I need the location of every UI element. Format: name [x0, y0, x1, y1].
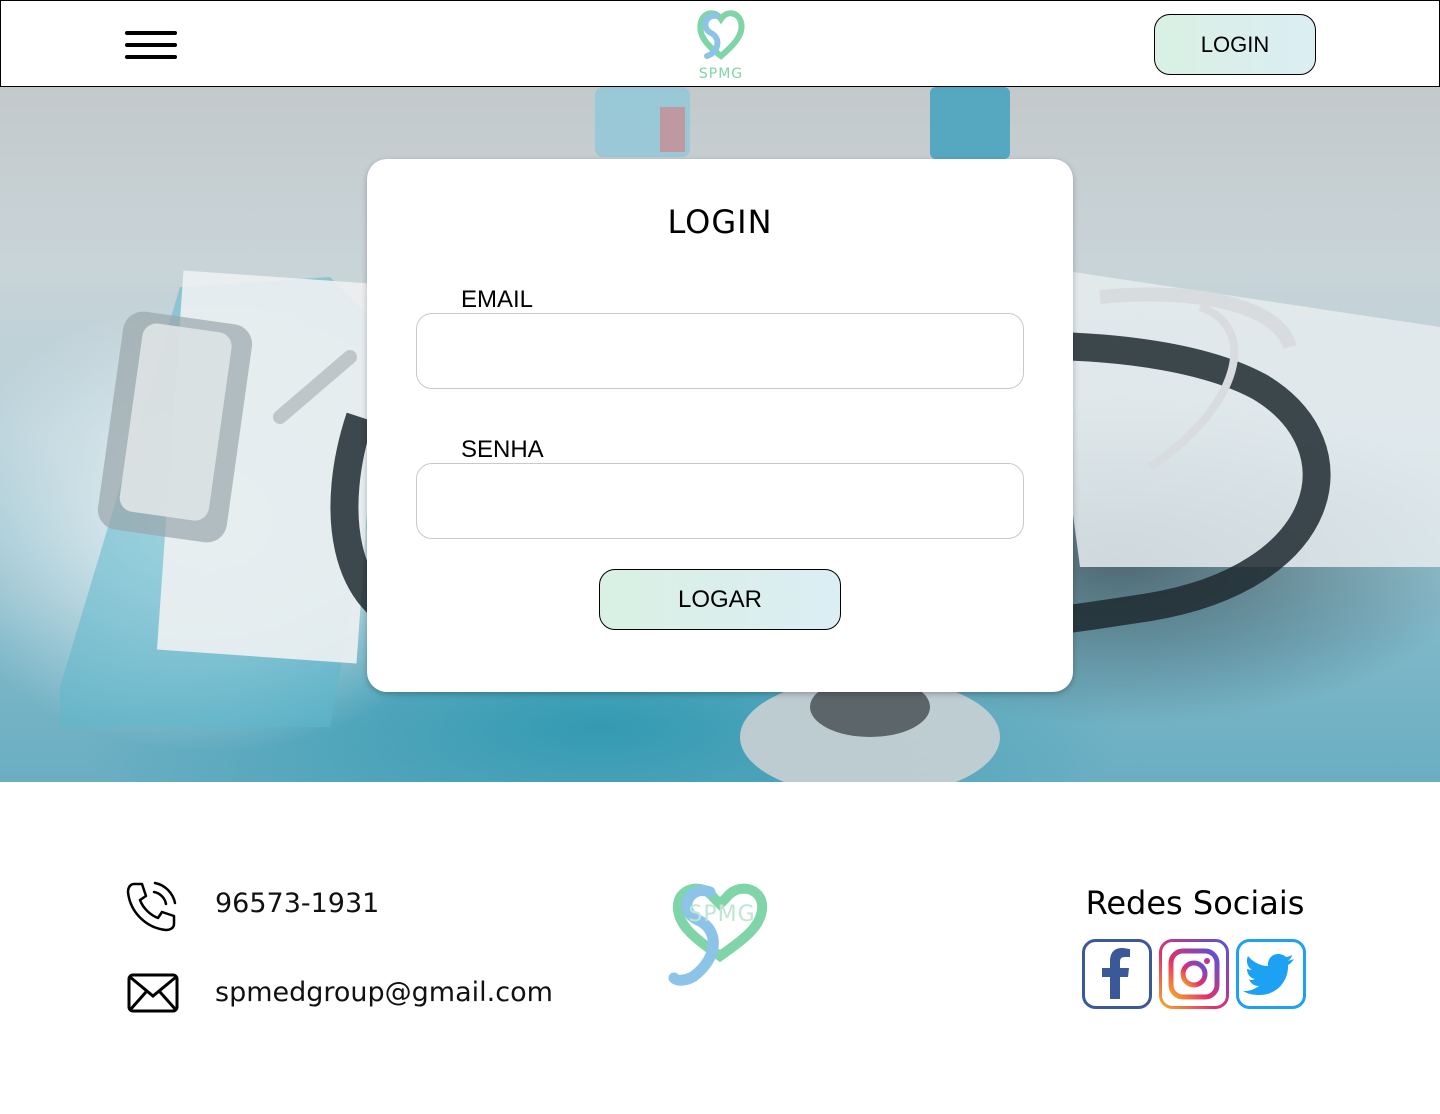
logar-button[interactable]: LOGAR [599, 569, 841, 630]
phone-icon [126, 881, 177, 932]
phone-number: 96573-1931 [215, 888, 380, 919]
social-title: Redes Sociais [1085, 884, 1305, 922]
email-label: EMAIL [461, 286, 534, 313]
facebook-icon[interactable] [1082, 939, 1152, 1009]
top-header: SPMG LOGIN [0, 0, 1440, 87]
instagram-icon[interactable] [1159, 939, 1229, 1009]
hero-background-image: LOGIN EMAIL SENHA LOGAR [0, 87, 1440, 782]
email-input[interactable] [416, 313, 1024, 389]
logo-text: SPMG [698, 66, 744, 82]
password-input[interactable] [416, 463, 1024, 539]
footer-logo-text: SPMG [688, 902, 756, 927]
login-card: LOGIN EMAIL SENHA LOGAR [367, 159, 1073, 692]
twitter-icon[interactable] [1236, 939, 1306, 1009]
login-title: LOGIN [667, 203, 773, 241]
footer-logo[interactable]: SPMG [668, 880, 772, 990]
header-login-button[interactable]: LOGIN [1154, 14, 1316, 75]
mail-icon [127, 973, 179, 1013]
heart-logo-icon [668, 883, 768, 986]
heart-logo-icon [697, 10, 745, 60]
password-label: SENHA [461, 436, 544, 463]
hamburger-menu-icon[interactable] [125, 31, 177, 61]
header-logo[interactable]: SPMG [691, 6, 751, 82]
email-address[interactable]: spmedgroup@gmail.com [215, 977, 553, 1008]
